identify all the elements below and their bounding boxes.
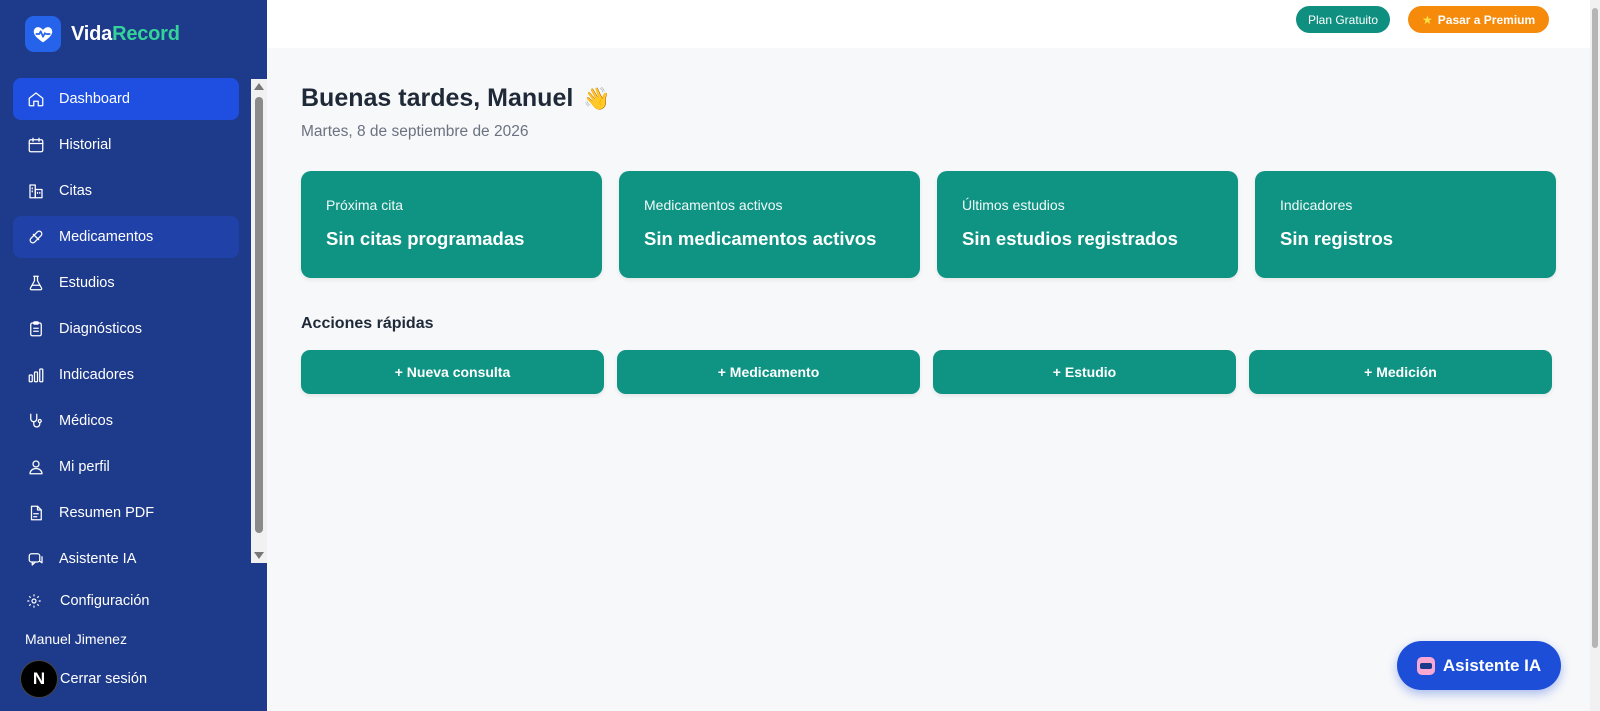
- brand-name-part2: Record: [112, 22, 180, 45]
- card-ultimos-estudios[interactable]: Últimos estudios Sin estudios registrado…: [937, 171, 1238, 278]
- page-title: Buenas tardes, Manuel 👋: [301, 84, 611, 113]
- sidebar-item-estudios[interactable]: Estudios: [13, 262, 239, 304]
- brand[interactable]: VidaRecord: [25, 16, 180, 52]
- summary-cards: Próxima cita Sin citas programadas Medic…: [301, 171, 1556, 278]
- ai-assistant-button[interactable]: Asistente IA: [1397, 641, 1561, 690]
- clipboard-icon: [26, 319, 46, 339]
- building-icon: [26, 181, 46, 201]
- flask-icon: [26, 273, 46, 293]
- sidebar-item-indicadores[interactable]: Indicadores: [13, 354, 239, 396]
- card-label: Próxima cita: [326, 197, 404, 213]
- sidebar-item-label: Estudios: [59, 275, 115, 291]
- sidebar-item-label: Resumen PDF: [59, 505, 155, 521]
- new-consultation-button[interactable]: + Nueva consulta: [301, 350, 604, 394]
- greeting-text: Buenas tardes, Manuel: [301, 84, 574, 112]
- card-proxima-cita[interactable]: Próxima cita Sin citas programadas: [301, 171, 602, 278]
- premium-label: Pasar a Premium: [1437, 12, 1536, 27]
- add-study-button[interactable]: + Estudio: [933, 350, 1236, 394]
- page-scrollbar-thumb[interactable]: [1592, 8, 1598, 648]
- chat-icon: [26, 549, 46, 569]
- sidebar-item-label: Medicamentos: [59, 229, 154, 245]
- sidebar-scrollbar[interactable]: [251, 79, 267, 563]
- sidebar-item-citas[interactable]: Citas: [13, 170, 239, 212]
- add-medication-button[interactable]: + Medicamento: [617, 350, 920, 394]
- sidebar-item-asistente-ia[interactable]: Asistente IA: [13, 538, 239, 580]
- brand-name-part1: Vida: [71, 22, 113, 45]
- logout-button[interactable]: N Cerrar sesión: [20, 660, 147, 698]
- sidebar-item-dashboard[interactable]: Dashboard: [13, 78, 239, 120]
- card-value: Sin citas programadas: [326, 228, 525, 249]
- user-name: Manuel Jimenez: [25, 631, 127, 647]
- sidebar-item-label: Diagnósticos: [59, 321, 143, 337]
- card-label: Medicamentos activos: [644, 197, 783, 213]
- sidebar-item-label: Asistente IA: [59, 551, 137, 567]
- quick-actions: + Nueva consulta + Medicamento + Estudio…: [301, 350, 1552, 394]
- brand-name: VidaRecord: [71, 23, 180, 46]
- card-indicadores[interactable]: Indicadores Sin registros: [1255, 171, 1556, 278]
- sidebar: VidaRecord Dashboard Historial Citas Med…: [0, 0, 267, 711]
- quick-actions-title: Acciones rápidas: [301, 315, 434, 332]
- card-value: Sin estudios registrados: [962, 228, 1178, 249]
- star-icon: ★: [1422, 12, 1433, 27]
- stethoscope-icon: [26, 411, 46, 431]
- pill-icon: [26, 227, 46, 247]
- sidebar-item-label: Citas: [59, 183, 93, 199]
- sidebar-item-label: Indicadores: [59, 367, 134, 383]
- home-icon: [26, 89, 46, 109]
- sidebar-item-medicos[interactable]: Médicos: [13, 400, 239, 442]
- card-label: Indicadores: [1280, 197, 1353, 213]
- scroll-up-arrow-icon[interactable]: [254, 83, 264, 90]
- user-icon: [26, 457, 46, 477]
- page-scrollbar[interactable]: [1590, 0, 1600, 711]
- sidebar-item-mi-perfil[interactable]: Mi perfil: [13, 446, 239, 488]
- sidebar-item-diagnosticos[interactable]: Diagnósticos: [13, 308, 239, 350]
- scroll-down-arrow-icon[interactable]: [254, 552, 264, 559]
- bar-chart-icon: [26, 365, 46, 385]
- sidebar-item-label: Mi perfil: [59, 459, 110, 475]
- card-value: Sin registros: [1280, 228, 1394, 249]
- scrollbar-thumb[interactable]: [255, 97, 263, 533]
- gear-icon: [27, 594, 41, 608]
- card-value: Sin medicamentos activos: [644, 228, 877, 249]
- calendar-icon: [26, 135, 46, 155]
- heart-logo-icon: [25, 16, 61, 52]
- avatar[interactable]: N: [20, 660, 58, 698]
- upgrade-premium-button[interactable]: ★ Pasar a Premium: [1408, 6, 1550, 33]
- fab-label: Asistente IA: [1442, 655, 1542, 675]
- card-label: Últimos estudios: [962, 197, 1065, 213]
- wave-emoji-icon: 👋: [583, 85, 611, 111]
- robot-icon: [1416, 656, 1435, 675]
- logout-label: Cerrar sesión: [60, 671, 148, 687]
- sidebar-item-configuracion[interactable]: Configuración: [26, 593, 149, 609]
- plan-badge[interactable]: Plan Gratuito: [1296, 6, 1391, 33]
- topbar: [267, 0, 1590, 48]
- sidebar-item-resumen-pdf[interactable]: Resumen PDF: [13, 492, 239, 534]
- config-label: Configuración: [60, 593, 150, 609]
- add-measurement-button[interactable]: + Medición: [1249, 350, 1552, 394]
- sidebar-item-medicamentos[interactable]: Medicamentos: [13, 216, 239, 258]
- file-icon: [26, 503, 46, 523]
- sidebar-item-label: Médicos: [59, 413, 113, 429]
- sidebar-item-historial[interactable]: Historial: [13, 124, 239, 166]
- sidebar-nav: Dashboard Historial Citas Medicamentos E…: [13, 78, 239, 584]
- sidebar-item-label: Dashboard: [59, 91, 130, 107]
- sidebar-item-label: Historial: [59, 137, 112, 153]
- card-medicamentos-activos[interactable]: Medicamentos activos Sin medicamentos ac…: [619, 171, 920, 278]
- current-date: Martes, 8 de septiembre de 2026: [301, 123, 529, 140]
